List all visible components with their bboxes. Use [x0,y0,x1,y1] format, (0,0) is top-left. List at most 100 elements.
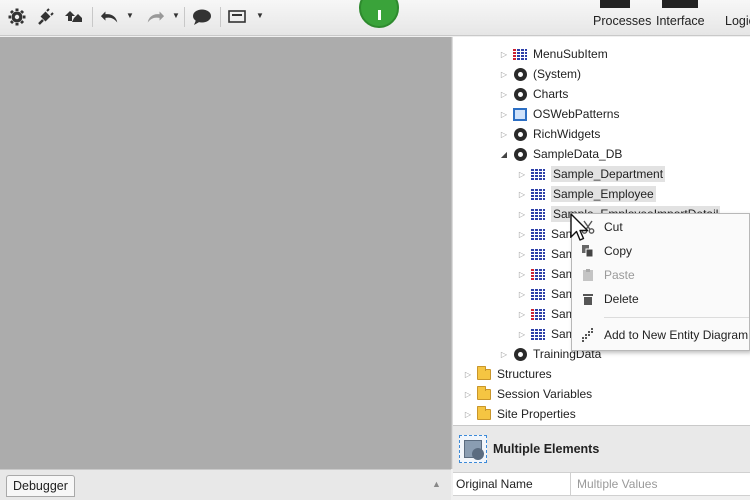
expand-icon[interactable]: ▷ [517,290,527,299]
expand-icon[interactable]: ▷ [517,210,527,219]
tree-item-label: RichWidgets [533,127,601,141]
expand-icon[interactable]: ▷ [517,250,527,259]
entity-icon [531,267,545,281]
tree-item-site-properties[interactable]: ▷ Site Properties [463,405,576,423]
undo-icon[interactable] [100,7,120,27]
bottom-panel: Debugger ▲ [0,469,451,500]
comment-icon[interactable] [192,7,212,27]
tree-item-label: (System) [533,67,581,81]
module-icon [513,67,527,81]
canvas-area[interactable] [0,37,451,469]
mouse-cursor-icon [570,213,589,241]
tab-debugger[interactable]: Debugger [6,475,75,497]
module-icon [513,347,527,361]
main-toolbar: ▼ ▼ ▼ Processes Interface Logic [0,0,750,36]
tab-processes[interactable]: Processes [593,14,651,28]
tree-item-sample-employee[interactable]: ▷ Sample_Employee [517,185,656,203]
redo-icon[interactable] [145,7,165,27]
menu-item-cut[interactable]: Cut [572,216,750,238]
paste-icon [572,268,604,282]
expand-icon[interactable]: ▷ [517,310,527,319]
context-menu: Cut Copy Paste Delete Add to New Entity … [571,213,750,351]
plug-icon[interactable] [35,7,55,27]
expand-icon[interactable]: ▷ [499,130,509,139]
expand-icon[interactable]: ▷ [499,50,509,59]
tree-item-label: Session Variables [497,387,593,401]
properties-header: Multiple Elements [453,425,750,472]
expand-icon[interactable]: ▷ [499,70,509,79]
folder-icon [477,365,491,381]
multiple-elements-icon [459,435,487,463]
module-icon [513,87,527,101]
menu-item-delete[interactable]: Delete [572,288,750,310]
tree-item-label: Charts [533,87,569,101]
gear-icon[interactable] [7,7,27,27]
tree-item-sample[interactable]: ▷ Sam [517,305,576,323]
module-icon [513,127,527,141]
tree-item-sample-department[interactable]: ▷ Sample_Department [517,165,666,183]
expand-icon[interactable]: ▷ [463,390,473,399]
property-value[interactable]: Multiple Values [571,477,657,491]
expand-icon[interactable]: ▷ [517,270,527,279]
entity-icon [531,247,545,261]
tree-item-sample[interactable]: ▷ Sam [517,285,576,303]
tree-item-label: OSWebPatterns [533,107,620,121]
tree-item-charts[interactable]: ▷ Charts [499,85,568,103]
run-arrow-icon [377,10,381,20]
expand-icon[interactable]: ▷ [517,230,527,239]
menu-item-label: Cut [604,220,623,234]
entity-icon [531,167,545,181]
folder-icon [477,405,491,421]
tab-interface[interactable]: Interface [656,14,705,28]
tree-item-system[interactable]: ▷ (System) [499,65,581,83]
run-button[interactable] [359,0,399,28]
menu-item-add-to-entity-diagram[interactable]: Add to New Entity Diagram [572,324,750,346]
expand-icon[interactable]: ▷ [499,110,509,119]
tab-logic[interactable]: Logic [725,14,750,28]
tree-item-label: Sample_Department [551,166,666,182]
screen-icon[interactable] [228,7,248,27]
tree-item-sample[interactable]: ▷ Sam [517,325,576,343]
tree-item-label: Site Properties [497,407,576,421]
collapse-up-icon[interactable]: ▲ [432,479,441,489]
collapse-icon[interactable]: ◢ [499,150,509,159]
module-icon [513,147,527,161]
properties-title: Multiple Elements [493,442,600,456]
tree-item-sample[interactable]: ▷ Sam [517,245,576,263]
tree-item-sampledata-db[interactable]: ◢ SampleData_DB [499,145,622,163]
expand-icon[interactable]: ▷ [517,330,527,339]
diagram-icon [572,328,604,342]
entity-icon [531,187,545,201]
expand-icon[interactable]: ▷ [499,350,509,359]
screen-dropdown-icon[interactable]: ▼ [256,11,264,20]
tree-item-label: SampleData_DB [533,147,623,161]
menu-item-label: Add to New Entity Diagram [604,328,749,342]
tree-item-sample[interactable]: ▷ Sam [517,225,576,243]
expand-icon[interactable]: ▷ [517,170,527,179]
property-row-original-name[interactable]: Original Name Multiple Values [453,472,750,496]
toolbar-separator [184,7,185,27]
entity-icon [531,287,545,301]
tree-item-label: Structures [497,367,552,381]
expand-icon[interactable]: ▷ [517,190,527,199]
expand-icon[interactable]: ▷ [463,370,473,379]
tree-item-structures[interactable]: ▷ Structures [463,365,552,383]
upload-icon[interactable] [63,7,83,27]
entity-icon [531,307,545,321]
tree-item-sample[interactable]: ▷ Sam [517,265,576,283]
expand-icon[interactable]: ▷ [499,90,509,99]
menu-item-copy[interactable]: Copy [572,240,750,262]
menu-item-paste[interactable]: Paste [572,264,750,286]
trash-icon [572,292,604,306]
tree-item-session-variables[interactable]: ▷ Session Variables [463,385,592,403]
web-module-icon [513,107,527,121]
entity-icon [531,207,545,221]
tree-item-oswebpatterns[interactable]: ▷ OSWebPatterns [499,105,620,123]
tree-item-menusubitem[interactable]: ▷ MenuSubItem [499,45,608,63]
entity-icon [531,227,545,241]
tree-item-label: Sample_Employee [551,186,656,202]
undo-dropdown-icon[interactable]: ▼ [126,11,134,20]
tree-item-richwidgets[interactable]: ▷ RichWidgets [499,125,600,143]
redo-dropdown-icon[interactable]: ▼ [172,11,180,20]
expand-icon[interactable]: ▷ [463,410,473,419]
